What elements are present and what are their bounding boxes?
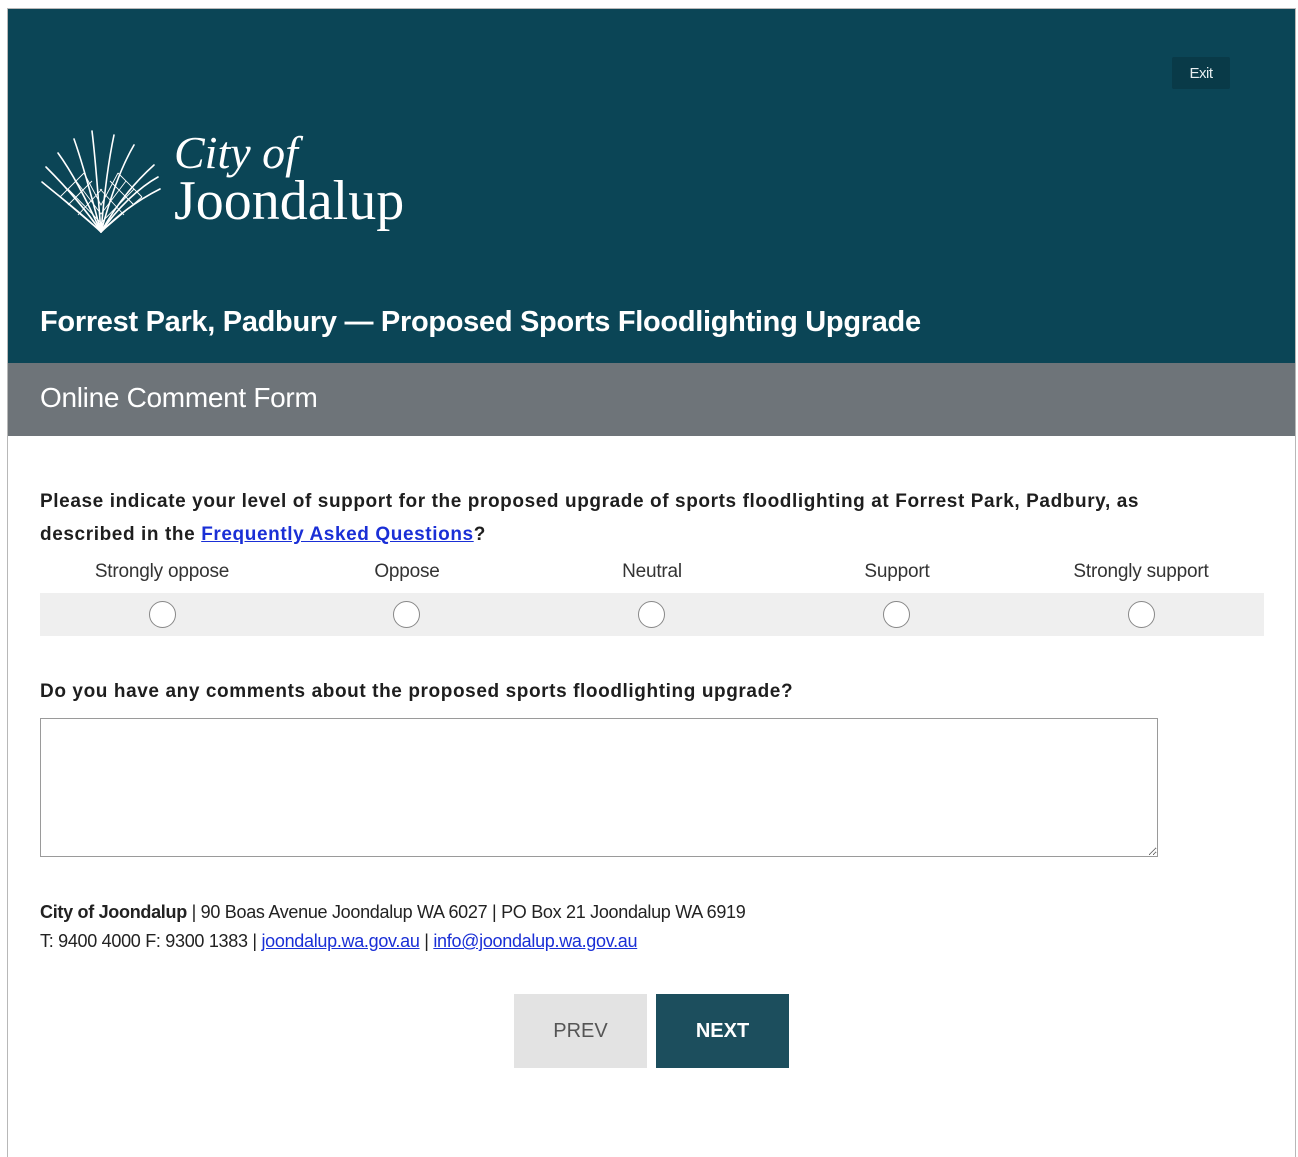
survey-page: Exit City of Joondalup Forrest Park, Pad… [7,8,1296,1157]
faq-link[interactable]: Frequently Asked Questions [201,524,474,545]
option-label-neutral: Neutral [622,561,682,582]
comments-textarea[interactable] [40,718,1158,857]
footer-line-2: T: 9400 4000 F: 9300 1383 | joondalup.wa… [40,927,745,956]
option-label-strongly-support: Strongly support [1073,561,1209,582]
comments-question: Do you have any comments about the propo… [40,681,794,702]
support-scale-labels: Strongly oppose Oppose Neutral Support S… [40,561,1264,587]
footer-phone: T: 9400 4000 F: 9300 1383 | [40,931,262,951]
radio-strongly-support[interactable] [1128,601,1155,628]
support-scale-row [40,593,1264,636]
header-banner: Exit City of Joondalup Forrest Park, Pad… [8,9,1295,363]
website-link[interactable]: joondalup.wa.gov.au [261,931,419,951]
footer-line-1: City of Joondalup | 90 Boas Avenue Joond… [40,898,746,927]
option-label-support: Support [864,561,930,582]
city-logo: City of Joondalup [40,127,460,237]
option-label-strongly-oppose: Strongly oppose [94,561,230,582]
option-label-oppose: Oppose [374,561,440,582]
radio-oppose[interactable] [393,601,420,628]
email-link[interactable]: info@joondalup.wa.gov.au [433,931,637,951]
next-button[interactable]: NEXT [656,994,789,1068]
contact-footer: City of Joondalup | 90 Boas Avenue Joond… [40,898,746,956]
logo-text-joondalup: Joondalup [174,170,405,232]
footer-separator: | [419,931,434,951]
logo-mark-icon [41,130,161,233]
page-title: Forrest Park, Padbury — Proposed Sports … [40,306,921,338]
radio-strongly-oppose[interactable] [149,601,176,628]
footer-org-name: City of Joondalup [40,902,187,922]
exit-button[interactable]: Exit [1172,57,1230,89]
radio-support[interactable] [883,601,910,628]
radio-neutral[interactable] [638,601,665,628]
form-title-bar: Online Comment Form [8,363,1295,436]
form-title: Online Comment Form [40,382,318,413]
support-question: Please indicate your level of support fo… [40,485,1240,551]
footer-address: | 90 Boas Avenue Joondalup WA 6027 | PO … [186,902,746,922]
prev-button[interactable]: PREV [514,994,647,1068]
support-question-suffix: ? [473,524,486,545]
